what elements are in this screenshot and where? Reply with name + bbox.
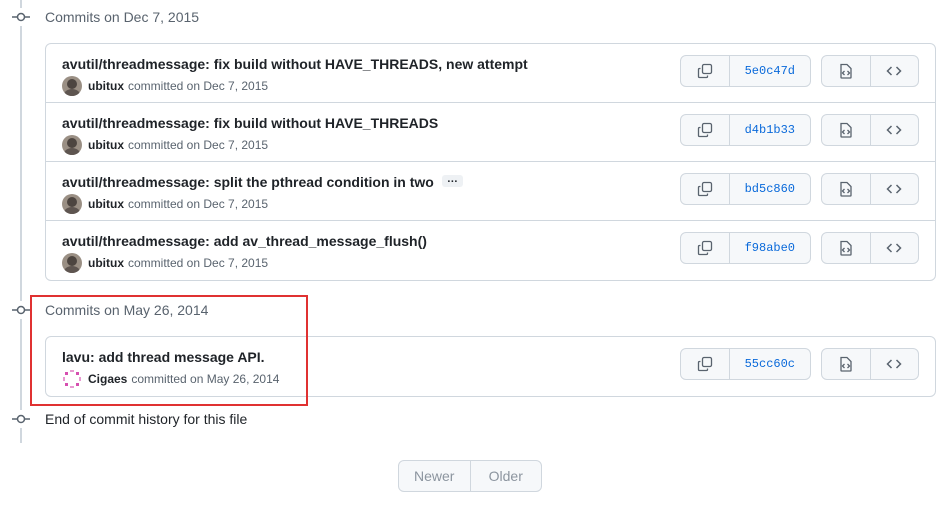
commit-meta: ubitux committed on Dec 7, 2015 [62, 253, 268, 273]
git-commit-icon [12, 8, 30, 26]
action-button-group [821, 348, 919, 380]
author-link[interactable]: ubitux [88, 254, 124, 272]
copy-icon [697, 356, 712, 372]
action-button-group [821, 173, 919, 205]
commit-sha-link[interactable]: 55cc60c [728, 349, 810, 379]
group-title-may-2014: Commits on May 26, 2014 [45, 302, 209, 318]
commit-meta: ubitux committed on Dec 7, 2015 [62, 194, 268, 214]
pagination: Newer Older [398, 460, 542, 492]
code-icon [886, 184, 903, 194]
older-button[interactable]: Older [469, 461, 542, 491]
commit-list: avutil/threadmessage: fix build without … [45, 43, 936, 281]
file-code-icon [840, 240, 852, 256]
commit-title-link[interactable]: avutil/threadmessage: add av_thread_mess… [62, 231, 427, 251]
sha-button-group: 5e0c47d [680, 55, 811, 87]
commit-row: avutil/threadmessage: add av_thread_mess… [46, 221, 935, 280]
browse-files-button[interactable] [822, 56, 870, 86]
sha-button-group: f98abe0 [680, 232, 811, 264]
file-code-icon [840, 181, 852, 197]
author-link[interactable]: ubitux [88, 136, 124, 154]
author-link[interactable]: Cigaes [88, 370, 127, 388]
copy-sha-button[interactable] [681, 174, 729, 204]
commit-sha-link[interactable]: 5e0c47d [728, 56, 810, 86]
file-code-icon [840, 63, 852, 79]
action-button-group [821, 114, 919, 146]
newer-button[interactable]: Newer [399, 461, 470, 491]
commit-sha-link[interactable]: d4b1b33 [728, 115, 810, 145]
action-button-group [821, 232, 919, 264]
commit-row: avutil/threadmessage: fix build without … [46, 44, 935, 103]
commit-meta: ubitux committed on Dec 7, 2015 [62, 76, 268, 96]
commit-title-link[interactable]: lavu: add thread message API. [62, 347, 265, 367]
browse-code-button[interactable] [869, 174, 918, 204]
browse-files-button[interactable] [822, 349, 870, 379]
commit-history-page: Commits on Dec 7, 2015 avutil/threadmess… [0, 0, 938, 507]
commit-meta: Cigaes committed on May 26, 2014 [62, 369, 279, 389]
commit-sha-link[interactable]: f98abe0 [728, 233, 810, 263]
avatar[interactable] [62, 135, 82, 155]
git-commit-icon [12, 301, 30, 319]
commit-date-text: committed on Dec 7, 2015 [128, 197, 269, 211]
commit-title-link[interactable]: avutil/threadmessage: split the pthread … [62, 172, 463, 192]
commit-row: avutil/threadmessage: fix build without … [46, 103, 935, 162]
commit-row: avutil/threadmessage: split the pthread … [46, 162, 935, 221]
commit-date-text: committed on Dec 7, 2015 [128, 138, 269, 152]
author-link[interactable]: ubitux [88, 77, 124, 95]
copy-sha-button[interactable] [681, 233, 729, 263]
avatar[interactable] [62, 253, 82, 273]
group-title-dec-2015: Commits on Dec 7, 2015 [45, 9, 200, 25]
browse-code-button[interactable] [869, 115, 918, 145]
file-code-icon [840, 356, 852, 372]
browse-code-button[interactable] [869, 349, 918, 379]
expand-message-button[interactable]: … [441, 174, 463, 188]
sha-button-group: bd5c860 [680, 173, 811, 205]
browse-files-button[interactable] [822, 115, 870, 145]
browse-files-button[interactable] [822, 233, 870, 263]
commit-list: lavu: add thread message API. Cigaes com… [45, 336, 936, 397]
commit-sha-link[interactable]: bd5c860 [728, 174, 810, 204]
avatar[interactable] [62, 369, 82, 389]
action-button-group [821, 55, 919, 87]
code-icon [886, 66, 903, 76]
browse-code-button[interactable] [869, 233, 918, 263]
copy-icon [697, 122, 712, 138]
commit-meta: ubitux committed on Dec 7, 2015 [62, 135, 268, 155]
code-icon [886, 359, 903, 369]
browse-code-button[interactable] [869, 56, 918, 86]
copy-icon [697, 240, 712, 256]
file-code-icon [840, 122, 852, 138]
commit-date-text: committed on May 26, 2014 [131, 372, 280, 386]
code-icon [886, 125, 903, 135]
copy-sha-button[interactable] [681, 349, 729, 379]
timeline-line [20, 0, 22, 443]
commit-date-text: committed on Dec 7, 2015 [128, 79, 269, 93]
copy-icon [697, 181, 712, 197]
browse-files-button[interactable] [822, 174, 870, 204]
author-link[interactable]: ubitux [88, 195, 124, 213]
commit-title-link[interactable]: avutil/threadmessage: fix build without … [62, 54, 528, 74]
copy-sha-button[interactable] [681, 115, 729, 145]
end-of-history-text: End of commit history for this file [45, 411, 248, 427]
commit-date-text: committed on Dec 7, 2015 [128, 256, 269, 270]
copy-sha-button[interactable] [681, 56, 729, 86]
avatar[interactable] [62, 76, 82, 96]
sha-button-group: 55cc60c [680, 348, 811, 380]
avatar[interactable] [62, 194, 82, 214]
commit-title-link[interactable]: avutil/threadmessage: fix build without … [62, 113, 438, 133]
commit-row: lavu: add thread message API. Cigaes com… [46, 337, 935, 396]
code-icon [886, 243, 903, 253]
sha-button-group: d4b1b33 [680, 114, 811, 146]
copy-icon [697, 63, 712, 79]
git-commit-icon [12, 410, 30, 428]
